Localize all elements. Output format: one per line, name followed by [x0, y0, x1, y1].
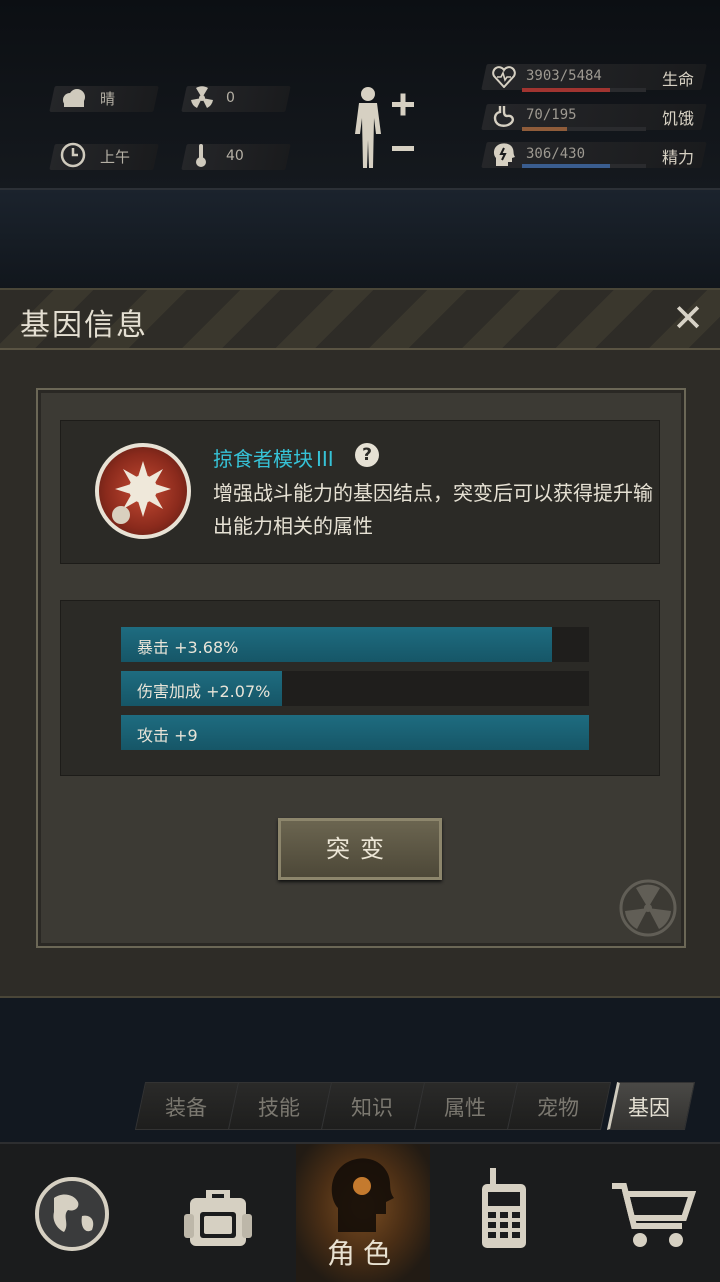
cloud-icon — [63, 89, 85, 107]
background-scene — [0, 190, 720, 290]
gene-description: 增强战斗能力的基因结点，突变后可以获得提升输出能力相关的属性 — [213, 481, 653, 538]
radiation-value: 0 — [226, 90, 235, 106]
energy-label: 精力 — [662, 148, 695, 167]
stomach-icon — [493, 106, 514, 127]
tab-skills-label: 技能 — [258, 1096, 300, 1120]
temperature-value: 40 — [226, 148, 244, 164]
character-head-icon — [331, 1158, 394, 1232]
energy-bar — [522, 164, 646, 168]
nav-radio[interactable] — [436, 1144, 580, 1282]
tab-genes-label: 基因 — [628, 1096, 670, 1120]
shopping-cart-icon — [612, 1183, 696, 1247]
energy-bar-fill — [522, 164, 611, 168]
radiation-icon — [191, 86, 213, 108]
walkie-talkie-icon — [482, 1168, 526, 1248]
radiation-watermark-icon — [619, 879, 677, 937]
dialog-title: 基因信息 — [20, 308, 148, 343]
tab-equipment-label: 装备 — [165, 1096, 207, 1120]
hunger-bar-fill — [522, 127, 567, 131]
stat-row-damage-bonus: 伤害加成 +2.07% — [121, 671, 589, 706]
body-figure-icon[interactable] — [348, 84, 420, 172]
character-tabs: 装备 技能 知识 属性 宠物 基因 — [130, 1082, 720, 1130]
time-text: 上午 — [100, 148, 131, 166]
hunger-bar — [522, 127, 646, 131]
bottom-navigation: 角色 — [0, 1142, 720, 1282]
health-value: 3903/5484 — [526, 68, 602, 84]
nav-character-label: 角色 — [326, 1237, 399, 1270]
thermometer-icon — [196, 144, 206, 167]
gene-name: 掠食者模块 III — [213, 443, 334, 472]
health-bar — [522, 88, 646, 92]
energy-value: 306/430 — [526, 146, 586, 162]
backpack-icon — [184, 1190, 252, 1246]
nav-backpack[interactable] — [144, 1144, 288, 1282]
nav-character[interactable]: 角色 — [296, 1144, 430, 1282]
gene-info-panel: 掠食者模块 III ? 增强战斗能力的基因结点，突变后可以获得提升输出能力相关的属… — [60, 420, 660, 564]
tab-attributes-label: 属性 — [444, 1096, 486, 1120]
close-icon[interactable]: ✕ — [668, 298, 708, 338]
stat-row-crit: 暴击 +3.68% — [121, 627, 589, 662]
nav-shop[interactable] — [576, 1144, 720, 1282]
help-icon[interactable]: ? — [355, 443, 379, 467]
brain-head-icon — [493, 143, 515, 166]
gene-info-dialog: 基因信息 ✕ 掠食者模块 III ? 增强战斗能力的基因结点，突变后可以获得提升输… — [0, 288, 720, 998]
hunger-value: 70/195 — [526, 107, 577, 123]
stat-text: 伤害加成 +2.07% — [137, 682, 271, 701]
clock-icon — [60, 142, 86, 168]
dialog-header: 基因信息 ✕ — [0, 290, 720, 350]
tab-knowledge-label: 知识 — [351, 1096, 393, 1120]
stat-row-attack: 攻击 +9 — [121, 715, 589, 750]
nav-world-map[interactable] — [0, 1144, 144, 1282]
gene-level: III — [316, 447, 334, 471]
gene-stats-panel: 暴击 +3.68% 伤害加成 +2.07% 攻击 +9 — [60, 600, 660, 776]
weather-text: 晴 — [100, 90, 116, 108]
stat-text: 攻击 +9 — [137, 726, 198, 745]
health-bar-fill — [522, 88, 611, 92]
mutate-button[interactable]: 突变 — [278, 818, 442, 880]
tab-pets-label: 宠物 — [537, 1096, 579, 1120]
hunger-label: 饥饿 — [662, 109, 695, 128]
globe-icon — [35, 1177, 109, 1251]
heart-icon — [492, 66, 516, 88]
stat-text: 暴击 +3.68% — [137, 638, 239, 657]
dialog-content: 掠食者模块 III ? 增强战斗能力的基因结点，突变后可以获得提升输出能力相关的属… — [36, 388, 686, 948]
status-hud: 晴 0 上午 40 3903/5484 生命 70/195 饥饿 306/430… — [0, 0, 720, 190]
gene-node-icon — [95, 443, 191, 539]
gene-name-text: 掠食者模块 — [213, 447, 313, 471]
health-label: 生命 — [662, 70, 695, 89]
